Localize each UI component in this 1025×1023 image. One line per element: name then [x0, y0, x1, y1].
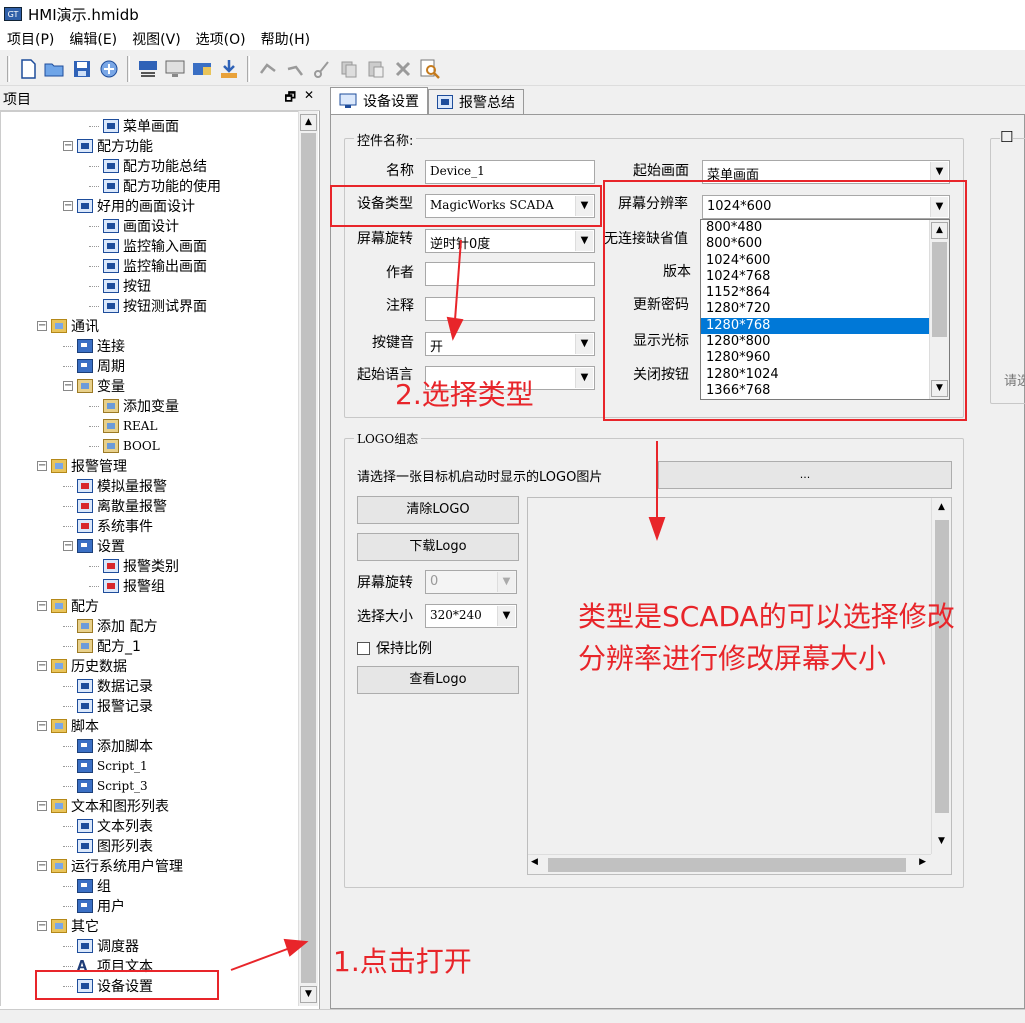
status-bar [0, 1009, 1025, 1023]
arrow-step2 [446, 239, 464, 341]
arrow-step1 [230, 938, 309, 971]
annotation-arrows [230, 239, 666, 971]
arrow-resolution [648, 441, 666, 542]
